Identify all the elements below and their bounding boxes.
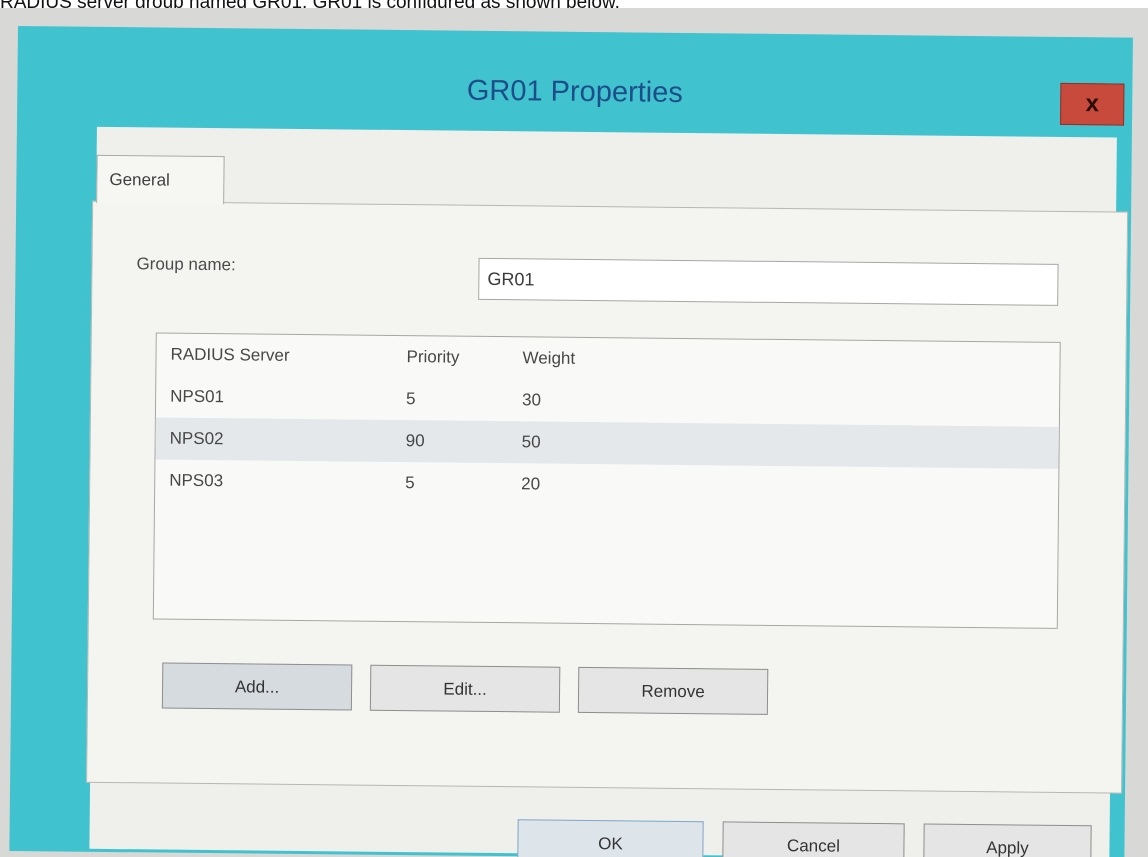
server-name-cell: NPS03	[169, 470, 224, 491]
table-row[interactable]: NPS03 5 20	[155, 459, 1058, 510]
title-bar: GR01 Properties x	[17, 26, 1133, 138]
weight-cell: 20	[521, 474, 541, 494]
weight-cell: 30	[522, 390, 542, 410]
server-name-cell: NPS01	[170, 386, 225, 407]
cancel-button[interactable]: Cancel	[722, 821, 905, 857]
column-header-radius-server[interactable]: RADIUS Server	[156, 344, 400, 367]
group-name-label: Group name:	[136, 254, 236, 275]
column-header-priority[interactable]: Priority	[400, 347, 516, 368]
close-button[interactable]: x	[1060, 82, 1125, 126]
priority-cell: 5	[406, 389, 416, 409]
server-name-cell: NPS02	[169, 428, 224, 449]
priority-cell: 90	[405, 431, 425, 451]
properties-window: GR01 Properties x General Group name: GR…	[9, 26, 1133, 857]
dialog-client-area: General Group name: GR01 RADIUS Server P…	[86, 126, 1129, 857]
remove-button[interactable]: Remove	[577, 666, 769, 715]
column-header-weight[interactable]: Weight	[516, 348, 722, 370]
dialog-photo: GR01 Properties x General Group name: GR…	[0, 8, 1148, 857]
radius-server-list[interactable]: RADIUS Server Priority Weight NPS01 5 30…	[152, 332, 1061, 629]
general-tab-page: Group name: GR01 RADIUS Server Priority …	[86, 200, 1129, 794]
apply-button[interactable]: Apply	[923, 823, 1092, 857]
add-button[interactable]: Add...	[161, 662, 353, 711]
priority-cell: 5	[405, 473, 415, 493]
ok-button[interactable]: OK	[517, 819, 704, 857]
group-name-input[interactable]: GR01	[478, 257, 1059, 306]
window-title: GR01 Properties	[466, 74, 684, 109]
weight-cell: 50	[521, 432, 541, 452]
edit-button[interactable]: Edit...	[369, 664, 561, 713]
tab-general[interactable]: General	[96, 154, 225, 205]
